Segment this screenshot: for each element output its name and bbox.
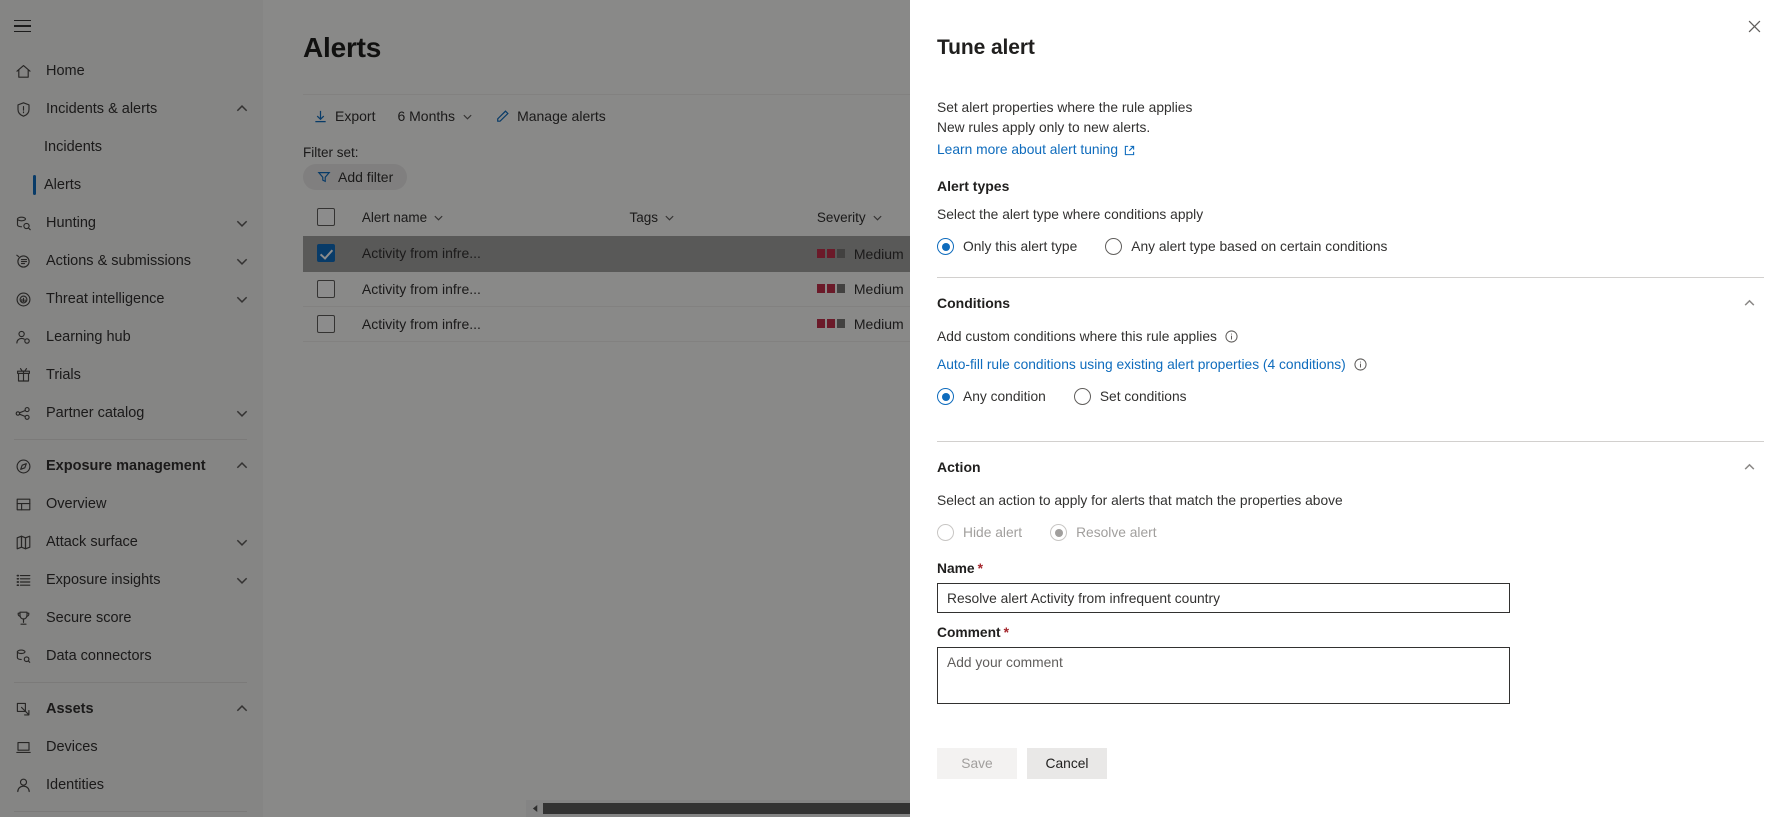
alert-type-radio-group: Only this alert type Any alert type base… [937, 238, 1764, 255]
action-subtext-label: Select an action to apply for alerts tha… [937, 493, 1343, 508]
radio-indicator [1105, 238, 1122, 255]
description-line-1: Set alert properties where the rule appl… [937, 98, 1764, 118]
radio-indicator [937, 388, 954, 405]
external-link-icon [1124, 145, 1135, 156]
alert-types-subtext-label: Select the alert type where conditions a… [937, 207, 1203, 222]
panel-body: Tune alert Set alert properties where th… [910, 0, 1788, 779]
panel-action-buttons: Save Cancel [937, 748, 1764, 779]
panel-title: Tune alert [937, 36, 1764, 60]
learn-more-label: Learn more about alert tuning [937, 140, 1118, 160]
close-button[interactable] [1738, 10, 1770, 42]
comment-field-label: Comment* [937, 625, 1764, 640]
radio-label: Resolve alert [1076, 525, 1157, 540]
comment-textarea[interactable] [937, 647, 1510, 704]
alert-types-subtext: Select the alert type where conditions a… [937, 207, 1764, 222]
radio-label: Only this alert type [963, 239, 1077, 254]
action-subtext: Select an action to apply for alerts tha… [937, 493, 1764, 508]
save-button[interactable]: Save [937, 748, 1017, 779]
radio-hide-alert[interactable]: Hide alert [937, 524, 1022, 541]
comment-label-text: Comment [937, 625, 1001, 640]
autofill-conditions-link[interactable]: Auto-fill rule conditions using existing… [937, 357, 1346, 372]
name-field-label: Name* [937, 561, 1764, 576]
info-circle-icon [1225, 330, 1238, 343]
radio-indicator [1074, 388, 1091, 405]
radio-label: Hide alert [963, 525, 1022, 540]
chevron-up-icon [1743, 461, 1756, 474]
conditions-subtext: Add custom conditions where this rule ap… [937, 329, 1764, 344]
description-line-2: New rules apply only to new alerts. [937, 118, 1764, 138]
autofill-row: Auto-fill rule conditions using existing… [937, 357, 1764, 372]
chevron-up-icon [1743, 297, 1756, 310]
conditions-collapse-button[interactable] [1736, 290, 1762, 316]
action-heading: Action [937, 459, 981, 475]
action-collapse-button[interactable] [1736, 454, 1762, 480]
name-label-text: Name [937, 561, 975, 576]
radio-label: Set conditions [1100, 389, 1187, 404]
radio-indicator [937, 524, 954, 541]
learn-more-link[interactable]: Learn more about alert tuning [937, 140, 1135, 160]
info-icon[interactable] [1225, 330, 1238, 343]
required-marker: * [1004, 625, 1009, 640]
radio-label: Any condition [963, 389, 1046, 404]
section-divider-conditions [937, 277, 1764, 278]
radio-indicator [937, 238, 954, 255]
conditions-heading: Conditions [937, 295, 1010, 311]
action-header-row: Action [937, 454, 1764, 480]
radio-indicator [1050, 524, 1067, 541]
radio-set-conditions[interactable]: Set conditions [1074, 388, 1187, 405]
conditions-header-row: Conditions [937, 290, 1764, 316]
radio-resolve-alert[interactable]: Resolve alert [1050, 524, 1157, 541]
cancel-button[interactable]: Cancel [1027, 748, 1107, 779]
radio-any-alert-type[interactable]: Any alert type based on certain conditio… [1105, 238, 1387, 255]
radio-only-this-alert-type[interactable]: Only this alert type [937, 238, 1077, 255]
radio-label: Any alert type based on certain conditio… [1131, 239, 1387, 254]
section-divider-action [937, 441, 1764, 442]
close-icon [1748, 20, 1761, 33]
info-circle-icon [1354, 358, 1367, 371]
name-input[interactable] [937, 583, 1510, 613]
radio-any-condition[interactable]: Any condition [937, 388, 1046, 405]
panel-description: Set alert properties where the rule appl… [937, 98, 1764, 160]
action-radio-group: Hide alert Resolve alert [937, 524, 1764, 541]
info-icon[interactable] [1354, 358, 1367, 371]
required-marker: * [978, 561, 983, 576]
conditions-subtext-label: Add custom conditions where this rule ap… [937, 329, 1217, 344]
alert-types-heading: Alert types [937, 178, 1764, 194]
tune-alert-panel: Tune alert Set alert properties where th… [910, 0, 1788, 817]
conditions-radio-group: Any condition Set conditions [937, 388, 1764, 405]
